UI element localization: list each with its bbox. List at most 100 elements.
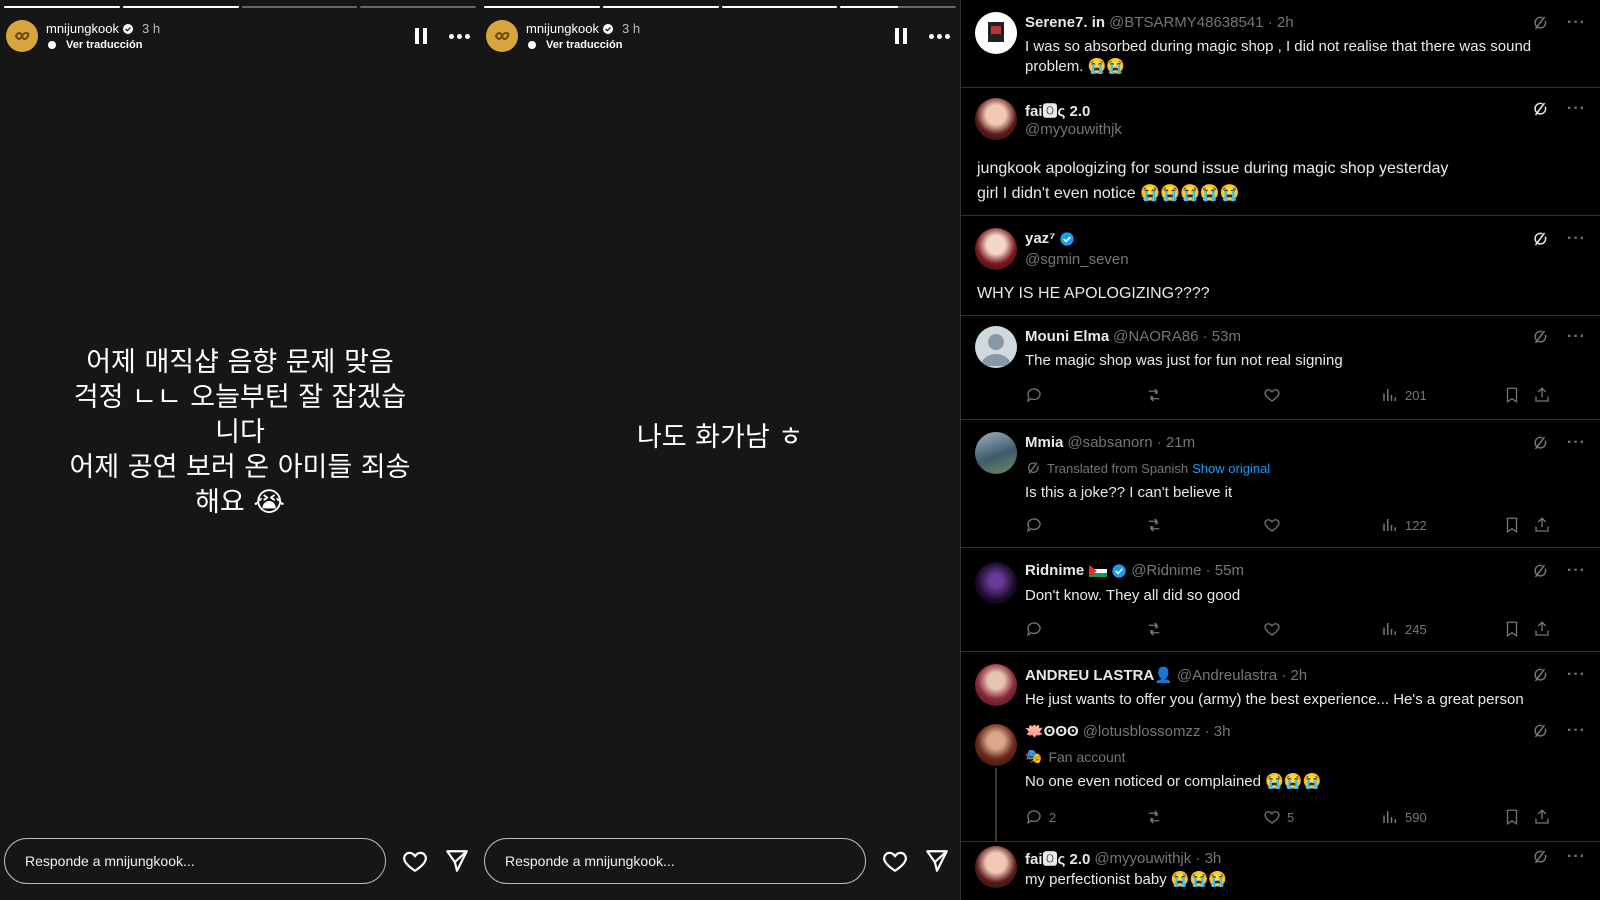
- tweet-handle[interactable]: @lotusblossomzz · 3h: [1083, 723, 1231, 740]
- more-options-icon[interactable]: ···: [1567, 434, 1586, 452]
- like-button[interactable]: [1263, 386, 1281, 404]
- more-options-icon[interactable]: ···: [1567, 666, 1586, 684]
- tweet[interactable]: Mmia @sabsanorn · 21m ··· Translated fro…: [961, 420, 1600, 548]
- more-options-icon[interactable]: ···: [1567, 848, 1586, 866]
- send-icon[interactable]: [924, 848, 950, 874]
- views-button[interactable]: 201: [1381, 386, 1427, 404]
- retweet-button[interactable]: [1145, 808, 1163, 826]
- more-options-icon[interactable]: ···: [1567, 100, 1586, 118]
- tweet-handle[interactable]: @NAORA86 · 53m: [1113, 328, 1241, 345]
- pause-icon[interactable]: [895, 28, 909, 44]
- heart-icon[interactable]: [402, 848, 428, 874]
- avatar[interactable]: [975, 562, 1017, 604]
- grok-icon[interactable]: [1531, 14, 1549, 32]
- more-options-icon[interactable]: ···: [1567, 562, 1586, 580]
- tweet[interactable]: Mouni Elma @NAORA86 · 53m ··· The magic …: [961, 316, 1600, 420]
- translate-link[interactable]: Ver traducción: [66, 39, 142, 51]
- more-options-icon[interactable]: ···: [1567, 230, 1586, 248]
- tweet-author-name[interactable]: 🪷ʘʘʘ: [1025, 722, 1079, 740]
- story-username[interactable]: mnijungkook: [46, 21, 119, 36]
- tweet-handle[interactable]: @sabsanorn · 21m: [1067, 434, 1195, 451]
- progress-segment: [602, 6, 719, 8]
- tweet-handle[interactable]: @Ridnime · 55m: [1131, 562, 1244, 579]
- tweet-author-name[interactable]: Mmia: [1025, 434, 1063, 451]
- share-button[interactable]: [1533, 620, 1551, 638]
- show-original-link[interactable]: Show original: [1192, 461, 1270, 476]
- retweet-button[interactable]: [1145, 516, 1163, 534]
- tweet-author-name[interactable]: fai🅾ς 2.0: [1025, 100, 1090, 121]
- retweet-button[interactable]: [1145, 620, 1163, 638]
- reply-input[interactable]: [484, 838, 866, 884]
- tweet-handle[interactable]: @Andreulastra · 2h: [1177, 667, 1307, 684]
- tweet-author-name[interactable]: yaz⁷: [1025, 230, 1055, 247]
- avatar[interactable]: [975, 326, 1017, 368]
- more-options-icon[interactable]: [449, 33, 470, 39]
- grok-icon[interactable]: [1531, 230, 1549, 248]
- grok-icon[interactable]: [1531, 100, 1549, 118]
- more-options-icon[interactable]: ···: [1567, 328, 1586, 346]
- tweet[interactable]: fai🅾ς 2.0 @myyouwithjk ··· jungkook apol…: [961, 88, 1600, 216]
- tweet[interactable]: Serene7. in @BTSARMY48638541 · 2h ··· I …: [961, 0, 1600, 88]
- reply-button[interactable]: [1025, 386, 1043, 404]
- heart-icon[interactable]: [882, 848, 908, 874]
- reply-button[interactable]: [1025, 516, 1043, 534]
- like-button[interactable]: [1263, 516, 1281, 534]
- avatar[interactable]: [975, 664, 1017, 706]
- share-button[interactable]: [1533, 516, 1551, 534]
- send-icon[interactable]: [444, 848, 470, 874]
- tweet[interactable]: Ridnime @Ridnime · 55m ··· Don't know. T…: [961, 548, 1600, 652]
- reply-button[interactable]: [1025, 620, 1043, 638]
- tweet[interactable]: 🪷ʘʘʘ @lotusblossomzz · 3h ··· 🎭 Fan acco…: [961, 712, 1600, 842]
- avatar[interactable]: [975, 12, 1017, 54]
- story-username[interactable]: mnijungkook: [526, 21, 599, 36]
- tweet[interactable]: fai🅾ς 2.0 @myyouwithjk · 3h ··· my perfe…: [961, 842, 1600, 900]
- grok-icon[interactable]: [1531, 722, 1549, 740]
- translate-link[interactable]: Ver traducción: [546, 39, 622, 51]
- tweet-handle[interactable]: @BTSARMY48638541 · 2h: [1109, 14, 1294, 31]
- grok-icon[interactable]: [1531, 328, 1549, 346]
- tweet-author-name[interactable]: ANDREU LASTRA👤: [1025, 666, 1173, 684]
- tweet-handle[interactable]: @myyouwithjk: [1025, 121, 1122, 138]
- more-options-icon[interactable]: ···: [1567, 722, 1586, 740]
- grok-icon[interactable]: [1531, 848, 1549, 866]
- avatar[interactable]: [975, 228, 1017, 270]
- tweet[interactable]: yaz⁷ @sgmin_seven ··· WHY IS HE APOLOGIZ…: [961, 216, 1600, 316]
- more-options-icon[interactable]: ···: [1567, 14, 1586, 32]
- grok-icon[interactable]: [1531, 562, 1549, 580]
- tweet-author-name[interactable]: Serene7. in: [1025, 14, 1105, 31]
- tweet-actions: 122: [1025, 516, 1586, 536]
- avatar[interactable]: [486, 20, 518, 52]
- like-button[interactable]: [1263, 620, 1281, 638]
- views-button[interactable]: 590: [1381, 808, 1427, 826]
- more-options-icon[interactable]: [929, 33, 950, 39]
- bookmark-button[interactable]: [1503, 516, 1521, 534]
- reply-input[interactable]: [4, 838, 386, 884]
- share-button[interactable]: [1533, 386, 1551, 404]
- tweet-author-name[interactable]: Mouni Elma: [1025, 328, 1109, 345]
- views-count: 201: [1405, 387, 1427, 403]
- bookmark-button[interactable]: [1503, 620, 1521, 638]
- grok-icon[interactable]: [1531, 434, 1549, 452]
- views-button[interactable]: 122: [1381, 516, 1427, 534]
- pause-icon[interactable]: [415, 28, 429, 44]
- default-user-icon: [981, 334, 1011, 366]
- tweet-handle[interactable]: @sgmin_seven: [1025, 251, 1129, 268]
- avatar[interactable]: [975, 846, 1017, 888]
- avatar[interactable]: [975, 432, 1017, 474]
- avatar[interactable]: [975, 724, 1017, 766]
- share-button[interactable]: [1533, 808, 1551, 826]
- tweet[interactable]: ANDREU LASTRA👤 @Andreulastra · 2h ··· He…: [961, 652, 1600, 712]
- tweet-author-name[interactable]: fai🅾ς 2.0: [1025, 848, 1090, 869]
- tweet-author-name[interactable]: Ridnime: [1025, 562, 1084, 579]
- retweet-button[interactable]: [1145, 386, 1163, 404]
- like-button[interactable]: 5: [1263, 808, 1294, 826]
- grok-icon[interactable]: [1531, 666, 1549, 684]
- avatar[interactable]: [975, 98, 1017, 140]
- avatar[interactable]: [6, 20, 38, 52]
- views-count: 122: [1405, 517, 1427, 533]
- reply-button[interactable]: 2: [1025, 808, 1056, 826]
- views-button[interactable]: 245: [1381, 620, 1427, 638]
- bookmark-button[interactable]: [1503, 808, 1521, 826]
- tweet-handle[interactable]: @myyouwithjk · 3h: [1094, 850, 1221, 867]
- bookmark-button[interactable]: [1503, 386, 1521, 404]
